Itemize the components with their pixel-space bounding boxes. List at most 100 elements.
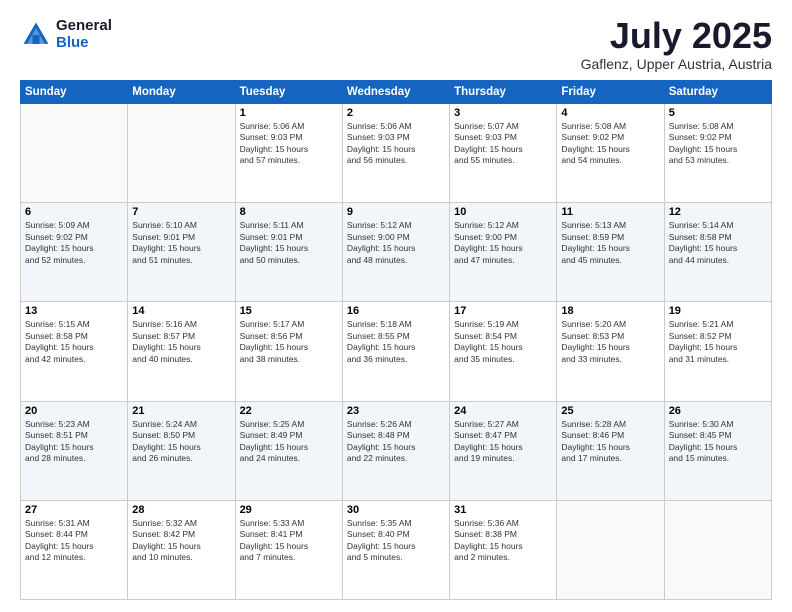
calendar-cell: 30Sunrise: 5:35 AMSunset: 8:40 PMDayligh… <box>342 500 449 599</box>
day-number: 20 <box>25 405 123 417</box>
calendar-cell: 29 Sunrise: 5:33 AMSunset: 8:41 PMDayligh… <box>235 500 342 599</box>
calendar-cell: 23 Sunrise: 5:26 AMSunset: 8:48 PMDayligh… <box>342 401 449 500</box>
calendar-cell: 20 Sunrise: 5:23 AMSunset: 8:51 PMDayligh… <box>21 401 128 500</box>
day-number: 24 <box>454 405 552 417</box>
calendar-cell: 7 Sunrise: 5:10 AMSunset: 9:01 PMDaylight… <box>128 203 235 302</box>
day-info: Sunrise: 5:33 AMSunset: 8:41 PMDaylight:… <box>240 518 338 564</box>
calendar-cell: 19 Sunrise: 5:21 AMSunset: 8:52 PMDayligh… <box>664 302 771 401</box>
calendar-cell <box>21 104 128 203</box>
day-number: 9 <box>347 206 445 218</box>
calendar-cell: 12 Sunrise: 5:14 AMSunset: 8:58 PMDayligh… <box>664 203 771 302</box>
header: GeneralBlue July 2025 Gaflenz, Upper Aus… <box>20 18 772 72</box>
calendar-cell: 31 Sunrise: 5:36 AMSunset: 8:38 PMDayligh… <box>450 500 557 599</box>
calendar-cell: 27 Sunrise: 5:31 AMSunset: 8:44 PMDayligh… <box>21 500 128 599</box>
day-info: Sunrise: 5:18 AMSunset: 8:55 PMDaylight:… <box>347 319 445 365</box>
day-number: 31 <box>454 504 552 516</box>
day-number: 8 <box>240 206 338 218</box>
day-number: 13 <box>25 305 123 317</box>
day-number: 15 <box>240 305 338 317</box>
week-row-5: 27 Sunrise: 5:31 AMSunset: 8:44 PMDayligh… <box>21 500 772 599</box>
day-header-thursday: Thursday <box>450 81 557 104</box>
day-number: 6 <box>25 206 123 218</box>
day-number: 11 <box>561 206 659 218</box>
day-info: Sunrise: 5:13 AMSunset: 8:59 PMDaylight:… <box>561 220 659 266</box>
day-info: Sunrise: 5:36 AMSunset: 8:38 PMDaylight:… <box>454 518 552 564</box>
day-info: Sunrise: 5:07 AMSunset: 9:03 PMDaylight:… <box>454 121 552 167</box>
calendar-cell: 3 Sunrise: 5:07 AMSunset: 9:03 PMDaylight… <box>450 104 557 203</box>
day-info: Sunrise: 5:12 AMSunset: 9:00 PMDaylight:… <box>454 220 552 266</box>
day-info: Sunrise: 5:10 AMSunset: 9:01 PMDaylight:… <box>132 220 230 266</box>
day-info: Sunrise: 5:16 AMSunset: 8:57 PMDaylight:… <box>132 319 230 365</box>
title-block: July 2025 Gaflenz, Upper Austria, Austri… <box>581 18 772 72</box>
day-info: Sunrise: 5:14 AMSunset: 8:58 PMDaylight:… <box>669 220 767 266</box>
day-info: Sunrise: 5:25 AMSunset: 8:49 PMDaylight:… <box>240 419 338 465</box>
day-info: Sunrise: 5:09 AMSunset: 9:02 PMDaylight:… <box>25 220 123 266</box>
calendar-cell: 21 Sunrise: 5:24 AMSunset: 8:50 PMDayligh… <box>128 401 235 500</box>
day-header-friday: Friday <box>557 81 664 104</box>
day-header-sunday: Sunday <box>21 81 128 104</box>
page: GeneralBlue July 2025 Gaflenz, Upper Aus… <box>0 0 792 612</box>
calendar-cell: 1Sunrise: 5:06 AMSunset: 9:03 PMDaylight… <box>235 104 342 203</box>
day-info: Sunrise: 5:20 AMSunset: 8:53 PMDaylight:… <box>561 319 659 365</box>
calendar-cell: 24Sunrise: 5:27 AMSunset: 8:47 PMDayligh… <box>450 401 557 500</box>
day-info: Sunrise: 5:06 AMSunset: 9:03 PMDaylight:… <box>347 121 445 167</box>
logo-icon <box>20 19 52 51</box>
day-info: Sunrise: 5:21 AMSunset: 8:52 PMDaylight:… <box>669 319 767 365</box>
calendar-cell <box>664 500 771 599</box>
day-info: Sunrise: 5:31 AMSunset: 8:44 PMDaylight:… <box>25 518 123 564</box>
day-info: Sunrise: 5:15 AMSunset: 8:58 PMDaylight:… <box>25 319 123 365</box>
calendar-cell: 17Sunrise: 5:19 AMSunset: 8:54 PMDayligh… <box>450 302 557 401</box>
calendar-cell: 28 Sunrise: 5:32 AMSunset: 8:42 PMDayligh… <box>128 500 235 599</box>
day-info: Sunrise: 5:28 AMSunset: 8:46 PMDaylight:… <box>561 419 659 465</box>
week-row-3: 13 Sunrise: 5:15 AMSunset: 8:58 PMDayligh… <box>21 302 772 401</box>
calendar-cell: 22 Sunrise: 5:25 AMSunset: 8:49 PMDayligh… <box>235 401 342 500</box>
day-info: Sunrise: 5:26 AMSunset: 8:48 PMDaylight:… <box>347 419 445 465</box>
day-number: 19 <box>669 305 767 317</box>
week-row-4: 20 Sunrise: 5:23 AMSunset: 8:51 PMDayligh… <box>21 401 772 500</box>
day-number: 21 <box>132 405 230 417</box>
main-title: July 2025 <box>581 18 772 54</box>
day-number: 16 <box>347 305 445 317</box>
day-info: Sunrise: 5:12 AMSunset: 9:00 PMDaylight:… <box>347 220 445 266</box>
day-number: 12 <box>669 206 767 218</box>
calendar-cell <box>128 104 235 203</box>
day-number: 29 <box>240 504 338 516</box>
calendar-cell: 16 Sunrise: 5:18 AMSunset: 8:55 PMDayligh… <box>342 302 449 401</box>
calendar-cell: 14 Sunrise: 5:16 AMSunset: 8:57 PMDayligh… <box>128 302 235 401</box>
calendar-cell: 4Sunrise: 5:08 AMSunset: 9:02 PMDaylight… <box>557 104 664 203</box>
day-number: 7 <box>132 206 230 218</box>
day-info: Sunrise: 5:08 AMSunset: 9:02 PMDaylight:… <box>669 121 767 167</box>
calendar-cell: 9 Sunrise: 5:12 AMSunset: 9:00 PMDaylight… <box>342 203 449 302</box>
day-number: 23 <box>347 405 445 417</box>
day-number: 28 <box>132 504 230 516</box>
day-info: Sunrise: 5:08 AMSunset: 9:02 PMDaylight:… <box>561 121 659 167</box>
day-number: 22 <box>240 405 338 417</box>
day-number: 18 <box>561 305 659 317</box>
day-header-tuesday: Tuesday <box>235 81 342 104</box>
calendar-cell: 11 Sunrise: 5:13 AMSunset: 8:59 PMDayligh… <box>557 203 664 302</box>
calendar-cell: 13 Sunrise: 5:15 AMSunset: 8:58 PMDayligh… <box>21 302 128 401</box>
day-info: Sunrise: 5:11 AMSunset: 9:01 PMDaylight:… <box>240 220 338 266</box>
day-number: 27 <box>25 504 123 516</box>
calendar-cell: 25Sunrise: 5:28 AMSunset: 8:46 PMDayligh… <box>557 401 664 500</box>
week-row-1: 1Sunrise: 5:06 AMSunset: 9:03 PMDaylight… <box>21 104 772 203</box>
day-number: 14 <box>132 305 230 317</box>
day-info: Sunrise: 5:32 AMSunset: 8:42 PMDaylight:… <box>132 518 230 564</box>
day-info: Sunrise: 5:17 AMSunset: 8:56 PMDaylight:… <box>240 319 338 365</box>
day-info: Sunrise: 5:30 AMSunset: 8:45 PMDaylight:… <box>669 419 767 465</box>
day-info: Sunrise: 5:24 AMSunset: 8:50 PMDaylight:… <box>132 419 230 465</box>
calendar-cell: 6 Sunrise: 5:09 AMSunset: 9:02 PMDaylight… <box>21 203 128 302</box>
day-number: 30 <box>347 504 445 516</box>
calendar-header-row: SundayMondayTuesdayWednesdayThursdayFrid… <box>21 81 772 104</box>
logo-text: GeneralBlue <box>56 18 112 51</box>
calendar-cell: 18 Sunrise: 5:20 AMSunset: 8:53 PMDayligh… <box>557 302 664 401</box>
calendar-cell: 26Sunrise: 5:30 AMSunset: 8:45 PMDayligh… <box>664 401 771 500</box>
day-number: 10 <box>454 206 552 218</box>
day-header-saturday: Saturday <box>664 81 771 104</box>
day-info: Sunrise: 5:23 AMSunset: 8:51 PMDaylight:… <box>25 419 123 465</box>
subtitle: Gaflenz, Upper Austria, Austria <box>581 56 772 72</box>
day-number: 3 <box>454 107 552 119</box>
logo: GeneralBlue <box>20 18 112 51</box>
day-info: Sunrise: 5:19 AMSunset: 8:54 PMDaylight:… <box>454 319 552 365</box>
day-header-monday: Monday <box>128 81 235 104</box>
